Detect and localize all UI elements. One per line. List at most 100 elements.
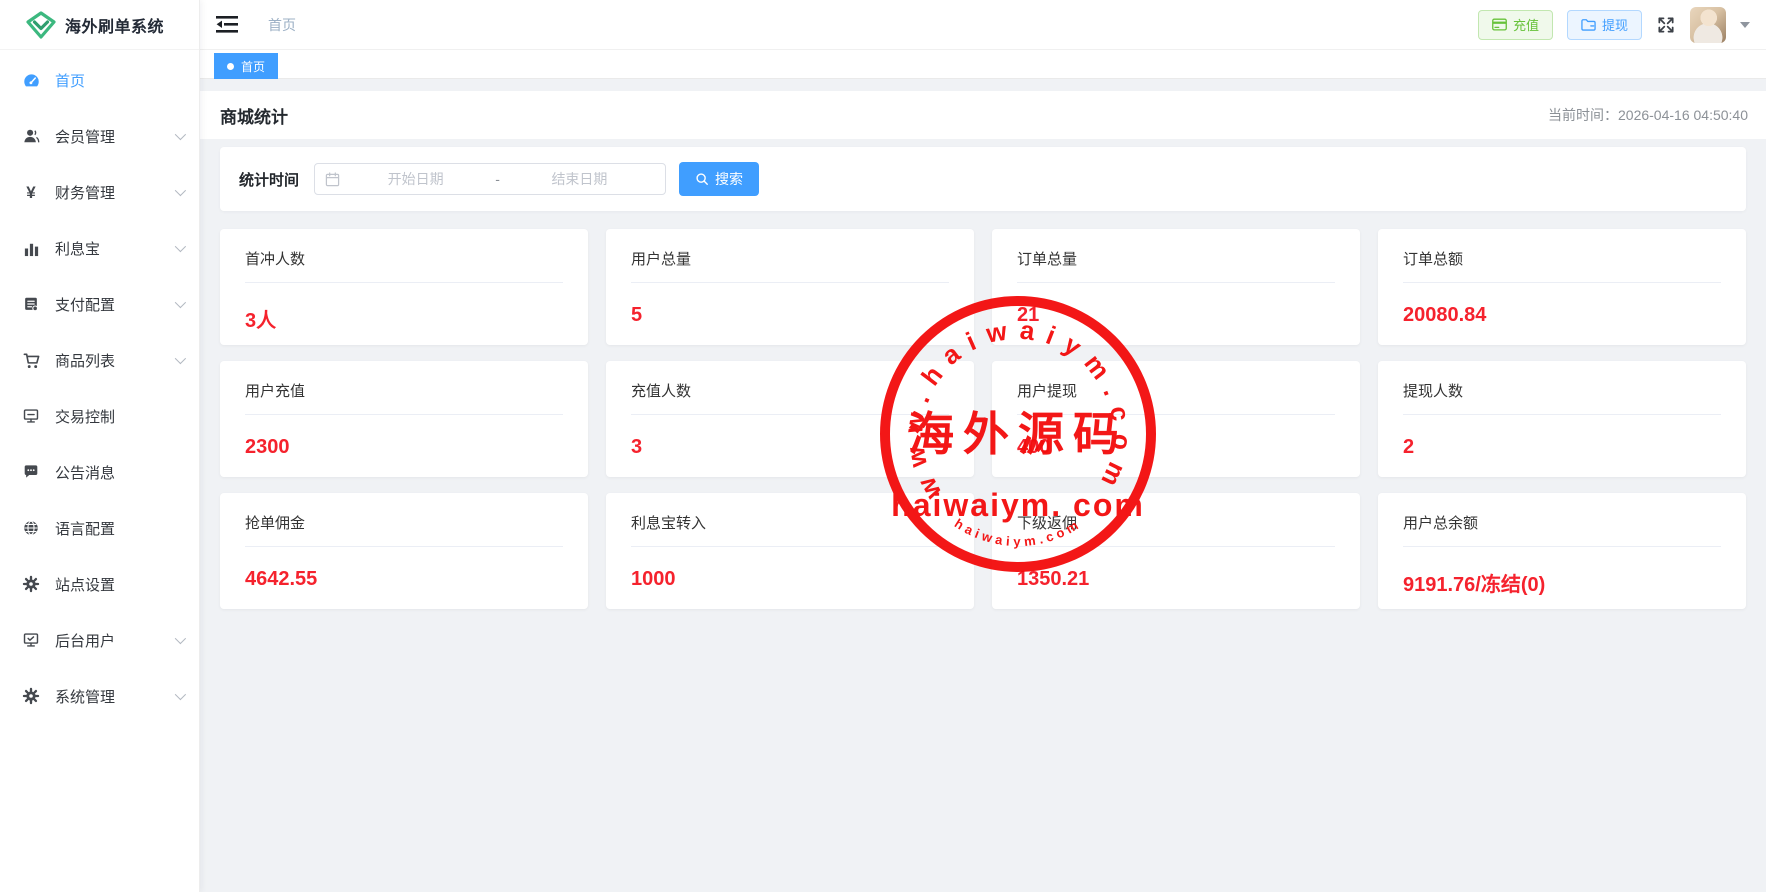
recharge-label: 充值 [1513, 15, 1539, 34]
sidebar-item-language[interactable]: 语言配置 [0, 500, 199, 556]
recharge-button[interactable]: 充值 [1478, 10, 1553, 40]
sidebar-menu: 首页 会员管理 ¥ 财务管理 [0, 50, 199, 724]
stat-label: 充值人数 [631, 380, 949, 415]
stat-label: 用户充值 [245, 380, 563, 415]
top-header: 首页 充值 提现 [200, 0, 1766, 50]
current-time-value: 2026-04-16 04:50:40 [1618, 107, 1748, 123]
page-title-bar: 商城统计 当前时间：2026-04-16 04:50:40 [200, 91, 1766, 139]
breadcrumb[interactable]: 首页 [268, 15, 296, 35]
dashboard-icon [20, 71, 42, 90]
sidebar-item-label: 首页 [55, 70, 85, 91]
sidebar-item-label: 财务管理 [55, 182, 115, 203]
stat-value: 3人 [245, 304, 563, 333]
page-title: 商城统计 [220, 103, 288, 128]
date-range-input[interactable]: 开始日期 - 结束日期 [314, 163, 666, 195]
stat-label: 用户总余额 [1403, 512, 1721, 547]
sidebar-item-payment-config[interactable]: 支付配置 [0, 276, 199, 332]
sidebar-item-home[interactable]: 首页 [0, 52, 199, 108]
bar-chart-icon [20, 240, 42, 257]
stat-value: 2300 [245, 436, 563, 459]
stat-value: 4642.55 [245, 568, 563, 591]
sidebar-item-interest[interactable]: 利息宝 [0, 220, 199, 276]
sidebar-item-trade-control[interactable]: 交易控制 [0, 388, 199, 444]
chevron-down-icon [175, 633, 186, 644]
sidebar-item-admin-users[interactable]: 后台用户 [0, 612, 199, 668]
gear-icon [20, 687, 42, 705]
chevron-down-icon [175, 689, 186, 700]
admin-dashboard: 海外刷单系统 首页 [0, 0, 1766, 892]
tab-label: 首页 [241, 58, 265, 75]
sidebar-item-label: 商品列表 [55, 350, 115, 371]
stat-label: 用户提现 [1017, 380, 1335, 415]
stat-value: 1000 [631, 568, 949, 591]
stat-card-first-recharge-users: 首冲人数 3人 [220, 229, 588, 345]
stat-label: 首冲人数 [245, 248, 563, 283]
search-button[interactable]: 搜索 [679, 162, 759, 196]
tab-home[interactable]: 首页 [214, 53, 278, 79]
wallet-icon [1581, 18, 1596, 31]
stats-grid: 首冲人数 3人 用户总量 5 订单总量 21 订单总额 20080.84 用户充… [220, 229, 1746, 609]
app-title: 海外刷单系统 [65, 13, 164, 37]
sidebar-item-label: 公告消息 [55, 462, 115, 483]
sidebar-item-system[interactable]: 系统管理 [0, 668, 199, 724]
chevron-down-icon [175, 241, 186, 252]
sidebar-item-announcements[interactable]: 公告消息 [0, 444, 199, 500]
tab-active-dot [227, 63, 234, 70]
stat-value: 1350.21 [1017, 568, 1335, 591]
stat-value: 5 [631, 304, 949, 327]
date-range-separator: - [491, 171, 504, 187]
message-icon [20, 463, 42, 481]
cart-icon [20, 351, 42, 370]
stat-card-interest-transfer: 利息宝转入 1000 [606, 493, 974, 609]
user-avatar[interactable] [1690, 7, 1726, 43]
stat-card-user-recharge: 用户充值 2300 [220, 361, 588, 477]
sidebar-item-products[interactable]: 商品列表 [0, 332, 199, 388]
avatar-dropdown-caret-icon[interactable] [1740, 22, 1750, 28]
yen-icon: ¥ [20, 184, 42, 201]
stat-value: 20080.84 [1403, 304, 1721, 327]
calendar-icon [325, 172, 340, 187]
fullscreen-icon[interactable] [1656, 15, 1676, 35]
sidebar-item-label: 站点设置 [55, 574, 115, 595]
stat-card-recharge-users: 充值人数 3 [606, 361, 974, 477]
stat-card-total-users: 用户总量 5 [606, 229, 974, 345]
stat-label: 用户总量 [631, 248, 949, 283]
stat-value: 3 [631, 436, 949, 459]
sidebar-item-label: 会员管理 [55, 126, 115, 147]
stat-label: 利息宝转入 [631, 512, 949, 547]
sidebar-item-label: 系统管理 [55, 686, 115, 707]
payment-doc-icon [20, 295, 42, 313]
stat-value: 21 [1017, 304, 1335, 327]
sidebar-item-label: 交易控制 [55, 406, 115, 427]
stat-label: 下级返佣 [1017, 512, 1335, 547]
sidebar-item-site-settings[interactable]: 站点设置 [0, 556, 199, 612]
end-date-placeholder: 结束日期 [504, 169, 655, 189]
sidebar-item-finance[interactable]: ¥ 财务管理 [0, 164, 199, 220]
withdraw-button[interactable]: 提现 [1567, 10, 1642, 40]
brand-diamond-icon [26, 11, 56, 39]
search-button-label: 搜索 [715, 169, 743, 189]
sidebar-fold-icon[interactable] [216, 16, 238, 33]
stat-card-total-balance: 用户总余额 9191.76/冻结(0) [1378, 493, 1746, 609]
stat-label: 订单总额 [1403, 248, 1721, 283]
stat-value: 2 [1403, 436, 1721, 459]
current-time: 当前时间：2026-04-16 04:50:40 [1548, 105, 1748, 125]
stat-card-total-orders: 订单总量 21 [992, 229, 1360, 345]
monitor-icon [20, 407, 42, 425]
stat-card-order-amount: 订单总额 20080.84 [1378, 229, 1746, 345]
bank-card-icon [1492, 18, 1507, 31]
stat-label: 提现人数 [1403, 380, 1721, 415]
start-date-placeholder: 开始日期 [340, 169, 491, 189]
stat-value: 400 [1017, 436, 1335, 459]
sidebar-item-label: 利息宝 [55, 238, 100, 259]
sidebar-item-label: 后台用户 [55, 630, 115, 651]
app-logo: 海外刷单系统 [0, 0, 199, 50]
stat-value: 9191.76/冻结(0) [1403, 568, 1721, 597]
search-icon [695, 172, 709, 186]
globe-icon [20, 519, 42, 537]
sidebar-item-members[interactable]: 会员管理 [0, 108, 199, 164]
sidebar-item-label: 语言配置 [55, 518, 115, 539]
sidebar: 海外刷单系统 首页 [0, 0, 200, 892]
stat-card-withdraw-users: 提现人数 2 [1378, 361, 1746, 477]
users-icon [20, 127, 42, 145]
